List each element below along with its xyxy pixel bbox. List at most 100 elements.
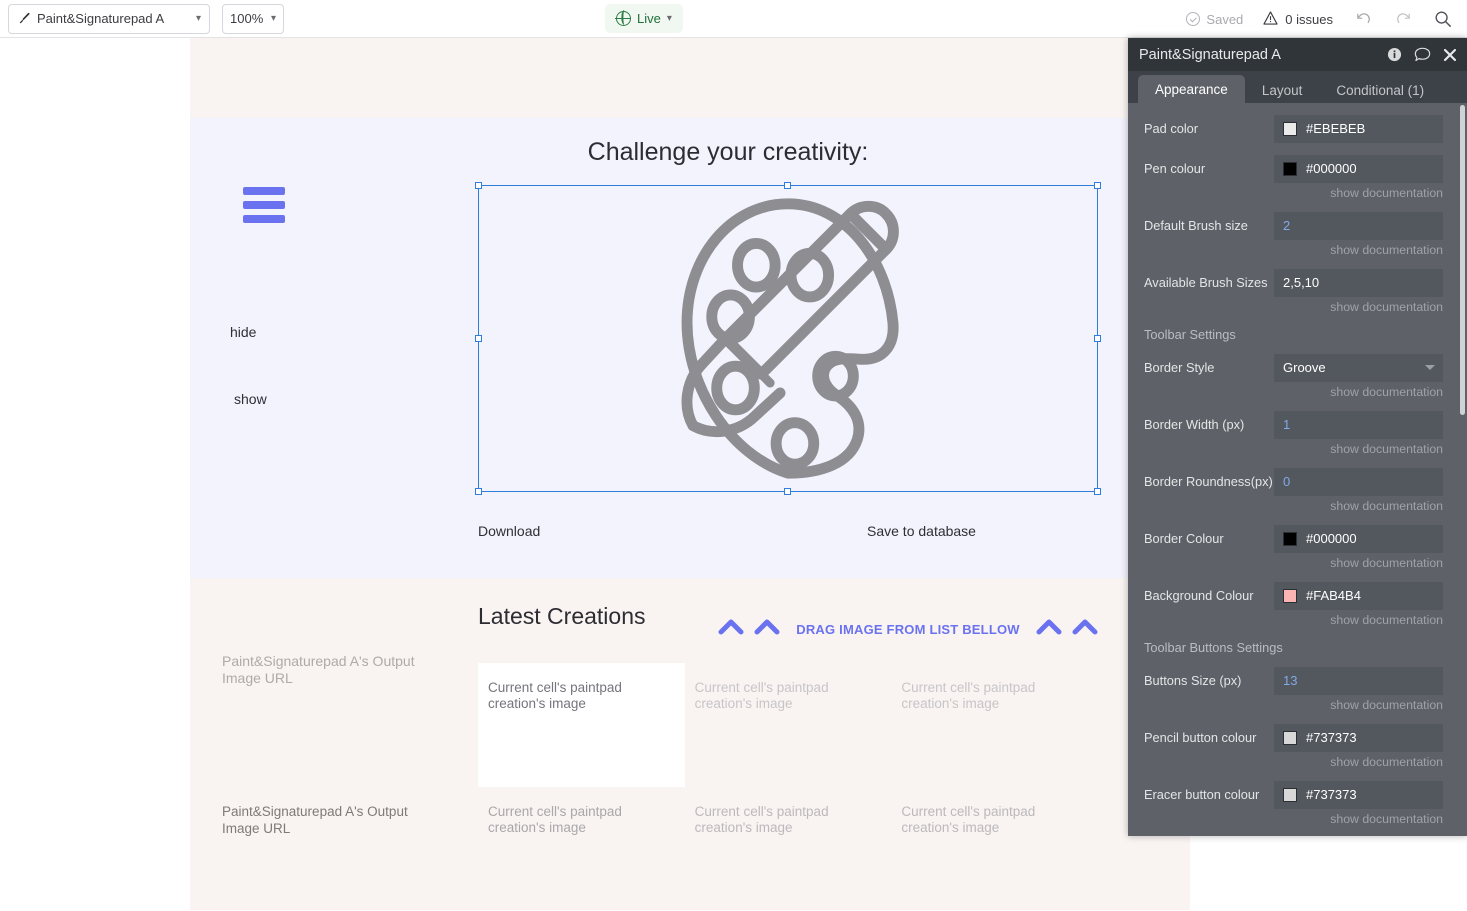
buttons-size-input[interactable]: 13 — [1274, 667, 1443, 695]
comment-icon[interactable] — [1414, 47, 1431, 62]
property-row-pen-colour: Pen colour #000000 — [1128, 154, 1467, 183]
search-icon[interactable] — [1433, 9, 1453, 29]
resize-handle-bottom-center[interactable] — [784, 488, 791, 495]
show-documentation-link[interactable]: show documentation — [1128, 809, 1467, 826]
property-value: #000000 — [1306, 531, 1357, 546]
redo-icon[interactable] — [1393, 9, 1413, 29]
property-label: Buttons Size (px) — [1144, 673, 1274, 688]
border-width-input[interactable]: 1 — [1274, 411, 1443, 439]
chevron-up-icon — [1072, 618, 1098, 640]
info-icon[interactable] — [1387, 47, 1402, 62]
color-swatch[interactable] — [1283, 589, 1297, 603]
color-swatch[interactable] — [1283, 788, 1297, 802]
property-row-default-brush-size: Default Brush size 2 — [1128, 211, 1467, 240]
warning-triangle-icon — [1263, 11, 1278, 28]
zoom-selector[interactable]: 100% ▾ — [222, 4, 284, 34]
save-to-database-button[interactable]: Save to database — [867, 523, 976, 539]
property-panel-body: Pad color #EBEBEB Pen colour #000000 sho… — [1128, 103, 1467, 836]
property-label: Border Colour — [1144, 531, 1274, 546]
property-value: 0 — [1283, 474, 1290, 489]
zoom-level-label: 100% — [230, 11, 263, 26]
chevron-up-icon — [1036, 618, 1062, 640]
show-documentation-link[interactable]: show documentation — [1128, 553, 1467, 570]
resize-handle-bottom-right[interactable] — [1094, 488, 1101, 495]
resize-handle-bottom-left[interactable] — [475, 488, 482, 495]
available-brush-sizes-input[interactable]: 2,5,10 — [1274, 269, 1443, 297]
pad-color-field[interactable]: #EBEBEB — [1274, 115, 1443, 143]
palette-placeholder-icon — [479, 186, 1097, 491]
show-documentation-link[interactable]: show documentation — [1128, 752, 1467, 769]
property-label: Default Brush size — [1144, 218, 1274, 233]
chevron-up-icon — [754, 618, 780, 640]
element-selector-label: Paint&Signaturepad A — [37, 11, 196, 26]
show-documentation-link[interactable]: show documentation — [1128, 240, 1467, 257]
property-value: 1 — [1283, 417, 1290, 432]
drag-hint-row: DRAG IMAGE FROM LIST BELLOW — [718, 613, 1098, 645]
eracer-button-colour-field[interactable]: #737373 — [1274, 781, 1443, 809]
resize-handle-top-left[interactable] — [475, 182, 482, 189]
tab-appearance[interactable]: Appearance — [1138, 75, 1245, 103]
border-colour-field[interactable]: #000000 — [1274, 525, 1443, 553]
show-button[interactable]: show — [234, 391, 267, 407]
border-roundness-input[interactable]: 0 — [1274, 468, 1443, 496]
pen-colour-field[interactable]: #000000 — [1274, 155, 1443, 183]
grid-cell[interactable]: Current cell's paintpad creation's image — [685, 787, 892, 911]
resize-handle-middle-right[interactable] — [1094, 335, 1101, 342]
download-button[interactable]: Download — [478, 523, 540, 539]
show-documentation-link[interactable]: show documentation — [1128, 439, 1467, 456]
hamburger-menu-icon[interactable] — [243, 187, 285, 223]
pencil-button-colour-field[interactable]: #737373 — [1274, 724, 1443, 752]
color-swatch[interactable] — [1283, 532, 1297, 546]
page-column: hide show Challenge your creativity: — [190, 38, 1190, 910]
property-value: #737373 — [1306, 730, 1357, 745]
show-documentation-link[interactable]: show documentation — [1128, 496, 1467, 513]
grid-cell[interactable]: Current cell's paintpad creation's image — [891, 787, 1098, 911]
property-row-background-colour: Background Colour #FAB4B4 — [1128, 581, 1467, 610]
section-header-toolbar-buttons-settings: Toolbar Buttons Settings — [1128, 627, 1467, 655]
show-documentation-link[interactable]: show documentation — [1128, 382, 1467, 399]
grid-cell[interactable]: Current cell's paintpad creation's image — [685, 663, 892, 787]
issues-status[interactable]: 0 issues — [1263, 11, 1333, 28]
default-brush-size-input[interactable]: 2 — [1274, 212, 1443, 240]
background-colour-field[interactable]: #FAB4B4 — [1274, 582, 1443, 610]
close-icon[interactable] — [1443, 48, 1457, 62]
live-mode-button[interactable]: Live ▾ — [605, 4, 683, 33]
grid-cell[interactable]: Current cell's paintpad creation's image — [478, 663, 685, 787]
property-value: #FAB4B4 — [1306, 588, 1361, 603]
show-documentation-link[interactable]: show documentation — [1128, 183, 1467, 200]
property-label: Pencil button colour — [1144, 730, 1274, 745]
resize-handle-top-right[interactable] — [1094, 182, 1101, 189]
live-label: Live — [637, 11, 661, 26]
border-style-select[interactable]: Groove — [1274, 354, 1443, 382]
property-row-border-colour: Border Colour #000000 — [1128, 524, 1467, 553]
resize-handle-top-center[interactable] — [784, 182, 791, 189]
grid-cell[interactable]: Current cell's paintpad creation's image — [891, 663, 1098, 787]
element-selector[interactable]: Paint&Signaturepad A ▾ — [8, 4, 210, 34]
tab-layout[interactable]: Layout — [1245, 77, 1320, 103]
chevron-down-icon: ▾ — [271, 14, 276, 24]
grid-cell[interactable]: Current cell's paintpad creation's image — [478, 787, 685, 911]
property-panel-scrollbar[interactable] — [1460, 105, 1465, 415]
color-swatch[interactable] — [1283, 122, 1297, 136]
color-swatch[interactable] — [1283, 731, 1297, 745]
issues-label: 0 issues — [1285, 12, 1333, 27]
property-label: Pen colour — [1144, 161, 1274, 176]
hide-button[interactable]: hide — [230, 324, 256, 340]
paint-pad-element[interactable] — [478, 185, 1098, 492]
property-panel-title: Paint&Signaturepad A — [1139, 47, 1375, 63]
grid-row: Current cell's paintpad creation's image… — [478, 663, 1098, 787]
property-value: #737373 — [1306, 787, 1357, 802]
section-top-beige — [190, 38, 1190, 118]
show-documentation-link[interactable]: show documentation — [1128, 695, 1467, 712]
section-header-toolbar-settings: Toolbar Settings — [1128, 314, 1467, 342]
property-value: #EBEBEB — [1306, 121, 1365, 136]
show-documentation-link[interactable]: show documentation — [1128, 610, 1467, 627]
chevron-group-right — [1036, 618, 1098, 640]
latest-creations-title: Latest Creations — [478, 603, 645, 630]
property-label: Border Style — [1144, 360, 1274, 375]
show-documentation-link[interactable]: show documentation — [1128, 297, 1467, 314]
tab-conditional[interactable]: Conditional (1) — [1319, 77, 1441, 103]
color-swatch[interactable] — [1283, 162, 1297, 176]
resize-handle-middle-left[interactable] — [475, 335, 482, 342]
undo-icon[interactable] — [1353, 9, 1373, 29]
